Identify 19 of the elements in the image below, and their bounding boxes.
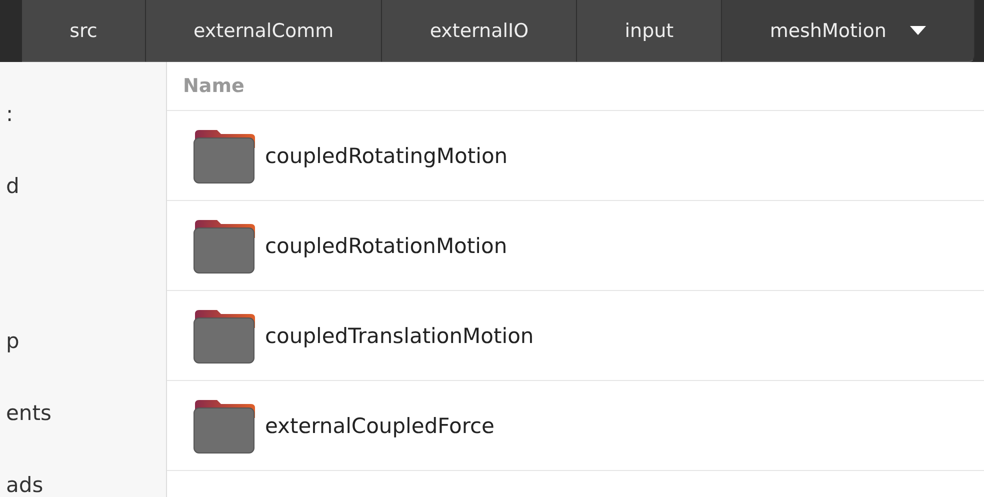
sidebar-item[interactable]: ads xyxy=(6,473,44,497)
folder-icon xyxy=(193,308,255,364)
path-segment[interactable]: src xyxy=(22,0,146,62)
path-segment[interactable]: input xyxy=(577,0,722,62)
folder-icon xyxy=(193,398,255,454)
path-segment[interactable]: meshMotion xyxy=(722,0,975,62)
file-name[interactable]: coupledRotatingMotion xyxy=(265,144,508,168)
sidebar-item[interactable]: p xyxy=(6,329,20,353)
path-segment[interactable]: externalIO xyxy=(382,0,578,62)
sidebar-item[interactable]: : xyxy=(6,102,14,126)
folder-icon xyxy=(193,128,255,184)
folder-icon xyxy=(193,218,255,274)
file-name[interactable]: coupledRotationMotion xyxy=(265,234,508,258)
sidebar-item[interactable]: ents xyxy=(6,401,52,425)
caret-icon xyxy=(910,26,926,35)
sidebar-item[interactable]: d xyxy=(6,174,20,198)
file-name[interactable]: coupledTranslationMotion xyxy=(265,324,534,348)
file-name[interactable]: externalCoupledForce xyxy=(265,414,494,438)
path-segment[interactable]: externalComm xyxy=(146,0,382,62)
